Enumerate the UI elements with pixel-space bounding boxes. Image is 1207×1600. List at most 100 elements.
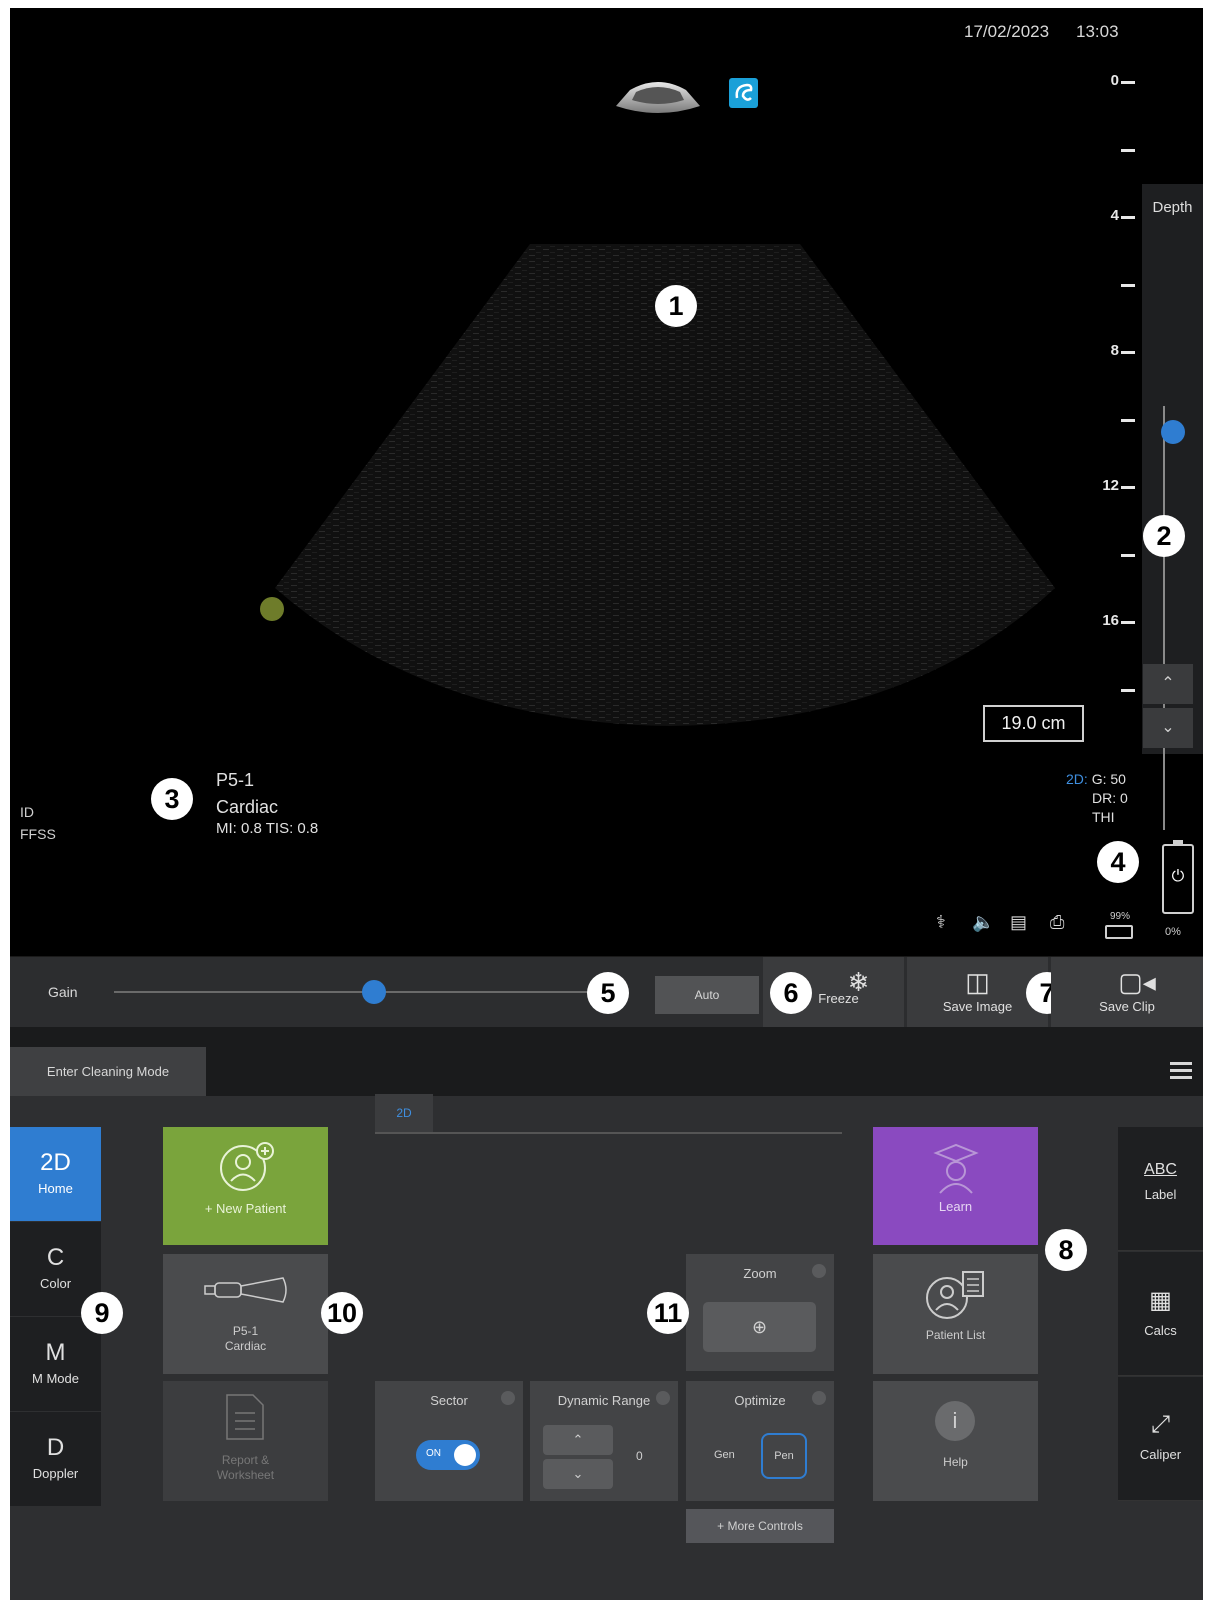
control-bar: Gain 5 Auto ❄ Freeze 6 ◫ Save Image 7 ▢◂… (10, 956, 1203, 1028)
chevron-down-icon: ⌄ (572, 1466, 584, 1481)
depth-tick-mark (1121, 283, 1135, 287)
patient-ffss: FFSS (20, 826, 56, 842)
depth-tick: 12 (1102, 477, 1137, 497)
gain-label: Gain (48, 984, 78, 1000)
optimize-control: Optimize Gen Pen (686, 1381, 834, 1501)
patient-list-label: Patient List (925, 1328, 986, 1342)
depth-tick-mark (1121, 81, 1135, 84)
patient-list-button[interactable]: Patient List (873, 1254, 1038, 1374)
report-line1: Report & (221, 1453, 270, 1467)
help-button[interactable]: i Help (873, 1381, 1038, 1501)
battery-percent: 0% (1165, 926, 1181, 938)
probe-tile-line2: Cardiac (224, 1339, 267, 1353)
calcs-tool-button[interactable]: ▦ Calcs (1118, 1252, 1203, 1376)
depth-tick: 8 (1103, 342, 1137, 362)
hamburger-menu-icon[interactable] (1170, 1062, 1192, 1083)
depth-tick-mark (1121, 351, 1135, 354)
info-icon[interactable] (656, 1391, 670, 1405)
dynamic-range-control: Dynamic Range ⌃ ⌄ 0 (530, 1381, 678, 1501)
depth-tick-mark (1121, 216, 1135, 219)
info-icon[interactable] (501, 1391, 515, 1405)
mode-2d-home-button[interactable]: 2D Home (10, 1127, 101, 1221)
depth-tick: 16 (1102, 612, 1137, 632)
depth-tick (1103, 680, 1137, 700)
optimize-pen-button[interactable]: Pen (761, 1433, 807, 1479)
dynamic-range-up-button[interactable]: ⌃ (543, 1425, 613, 1455)
depth-tick-label: 0 (1110, 72, 1119, 89)
depth-tick-mark (1121, 621, 1135, 624)
label-tool-label: Label (1144, 1187, 1177, 1202)
sector-toggle[interactable]: ON (416, 1440, 480, 1470)
auto-gain-button[interactable]: Auto (655, 976, 759, 1014)
probe-tile-line1: P5-1 (232, 1324, 259, 1338)
depth-tick-label: 16 (1102, 612, 1119, 629)
optimize-gen-button[interactable]: Gen (714, 1449, 735, 1461)
depth-slider-track[interactable] (1163, 406, 1165, 830)
mode-doppler-button[interactable]: D Doppler (10, 1412, 101, 1506)
dr-value: DR: 0 (1092, 790, 1128, 806)
disk-percent: 99% (1110, 911, 1131, 922)
callout-1: 1 (655, 285, 697, 327)
probe-preset: Cardiac (216, 797, 279, 817)
depth-tick (1103, 410, 1137, 430)
chevron-up-icon: ⌃ (572, 1432, 584, 1447)
more-controls-button[interactable]: + More Controls (686, 1509, 834, 1543)
info-circle-icon: i (935, 1401, 975, 1441)
probe-preset-button[interactable]: P5-1 Cardiac (163, 1254, 328, 1374)
save-clip-label: Save Clip (1099, 999, 1155, 1014)
tab-2d[interactable]: 2D (375, 1094, 433, 1132)
orientation-marker (260, 597, 284, 621)
callout-9: 9 (81, 1292, 123, 1334)
info-icon[interactable] (812, 1391, 826, 1405)
sector-toggle-label: ON (426, 1448, 441, 1459)
depth-tick-mark (1121, 553, 1135, 557)
mode-2d-label: Home (38, 1181, 73, 1196)
mode-doppler-label: Doppler (32, 1466, 79, 1481)
callout-4: 4 (1097, 841, 1139, 883)
depth-tick-mark (1121, 148, 1135, 152)
transducer-icon (204, 1277, 287, 1303)
calcs-tool-label: Calcs (1144, 1323, 1177, 1338)
stethoscope-icon: ⚕ (936, 912, 946, 932)
magnify-plus-icon: ⊕ (751, 1317, 768, 1337)
chevron-down-icon: ⌄ (1161, 719, 1175, 736)
report-worksheet-button[interactable]: Report & Worksheet (163, 1381, 328, 1501)
patient-id: ID (20, 804, 34, 820)
depth-tick-mark (1121, 688, 1135, 692)
document-icon (226, 1394, 264, 1440)
depth-tick (1103, 275, 1137, 295)
depth-slider-thumb[interactable] (1161, 420, 1185, 444)
network-error-icon: ▤ (1010, 912, 1028, 932)
dynamic-range-value: 0 (636, 1449, 643, 1463)
toggle-knob (454, 1444, 476, 1466)
mode-doppler-letter: D (46, 1434, 65, 1461)
new-patient-button[interactable]: + New Patient (163, 1127, 328, 1245)
main-panel: 2D 2D Home C Color M M Mode D Doppler 9 (10, 1094, 1203, 1600)
battery-icon: ⏻ (1162, 840, 1194, 914)
depth-increase-button[interactable]: ⌃ (1143, 664, 1193, 704)
callout-10: 10 (321, 1292, 363, 1334)
enter-cleaning-mode-button[interactable]: Enter Cleaning Mode (10, 1047, 206, 1096)
chevron-up-icon: ⌃ (1161, 675, 1175, 692)
dynamic-range-down-button[interactable]: ⌄ (543, 1459, 613, 1489)
info-icon[interactable] (812, 1264, 826, 1278)
patient-id-info: ID FFSS (20, 801, 56, 845)
save-clip-button[interactable]: ▢◂ Save Clip (1051, 957, 1203, 1028)
patient-list-icon (926, 1271, 984, 1319)
image-area[interactable]: 17/02/2023 13:03 0 4 8 12 16 Depth ⌃ ⌄ 1… (10, 8, 1203, 956)
depth-tick: 0 (1103, 72, 1137, 92)
learn-button[interactable]: Learn (873, 1127, 1038, 1245)
caliper-tool-label: Caliper (1139, 1447, 1182, 1462)
image-parameters: 2D: G: 50 DR: 0 THI (1066, 770, 1128, 827)
callout-5: 5 (587, 972, 629, 1014)
depth-tick-label: 8 (1110, 342, 1119, 359)
mode-m-button[interactable]: M M Mode (10, 1317, 101, 1411)
zoom-in-button[interactable]: ⊕ (703, 1302, 816, 1352)
callout-3: 3 (151, 778, 193, 820)
gain-slider-thumb[interactable] (362, 980, 387, 1004)
depth-decrease-button[interactable]: ⌄ (1143, 708, 1193, 748)
depth-tick-label: 12 (1102, 477, 1119, 494)
scan-sector (275, 244, 1055, 726)
label-tool-button[interactable]: ABC Label (1118, 1127, 1203, 1251)
caliper-tool-button[interactable]: ⤢ Caliper (1118, 1377, 1203, 1501)
